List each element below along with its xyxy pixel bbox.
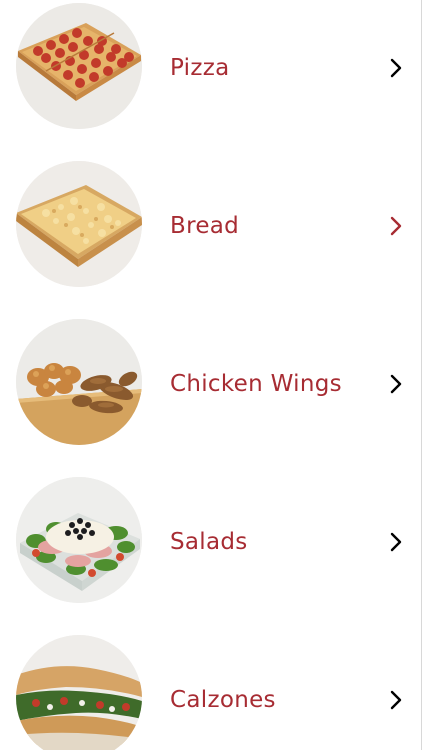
chevron-right-icon[interactable] [389, 374, 403, 394]
category-label: Calzones [170, 687, 276, 713]
chevron-right-icon[interactable] [389, 216, 403, 236]
chevron-right-icon[interactable] [389, 690, 403, 710]
chevron-right-icon[interactable] [389, 58, 403, 78]
pizza-image [16, 3, 142, 129]
chevron-right-icon[interactable] [389, 532, 403, 552]
category-list: Pizza Bread Chicken Wings Salads Calzone… [0, 0, 421, 750]
bread-image [16, 161, 142, 287]
category-row-calzones[interactable]: Calzones [0, 632, 421, 750]
category-row-pizza[interactable]: Pizza [0, 0, 421, 158]
salad-image [16, 477, 142, 603]
category-row-bread[interactable]: Bread [0, 158, 421, 316]
category-label: Bread [170, 213, 240, 239]
category-label: Salads [170, 529, 248, 555]
category-row-chicken-wings[interactable]: Chicken Wings [0, 316, 421, 474]
category-row-salads[interactable]: Salads [0, 474, 421, 632]
calzone-image [16, 635, 142, 750]
category-label: Chicken Wings [170, 371, 342, 397]
chicken-wings-image [16, 319, 142, 445]
category-label: Pizza [170, 55, 230, 81]
